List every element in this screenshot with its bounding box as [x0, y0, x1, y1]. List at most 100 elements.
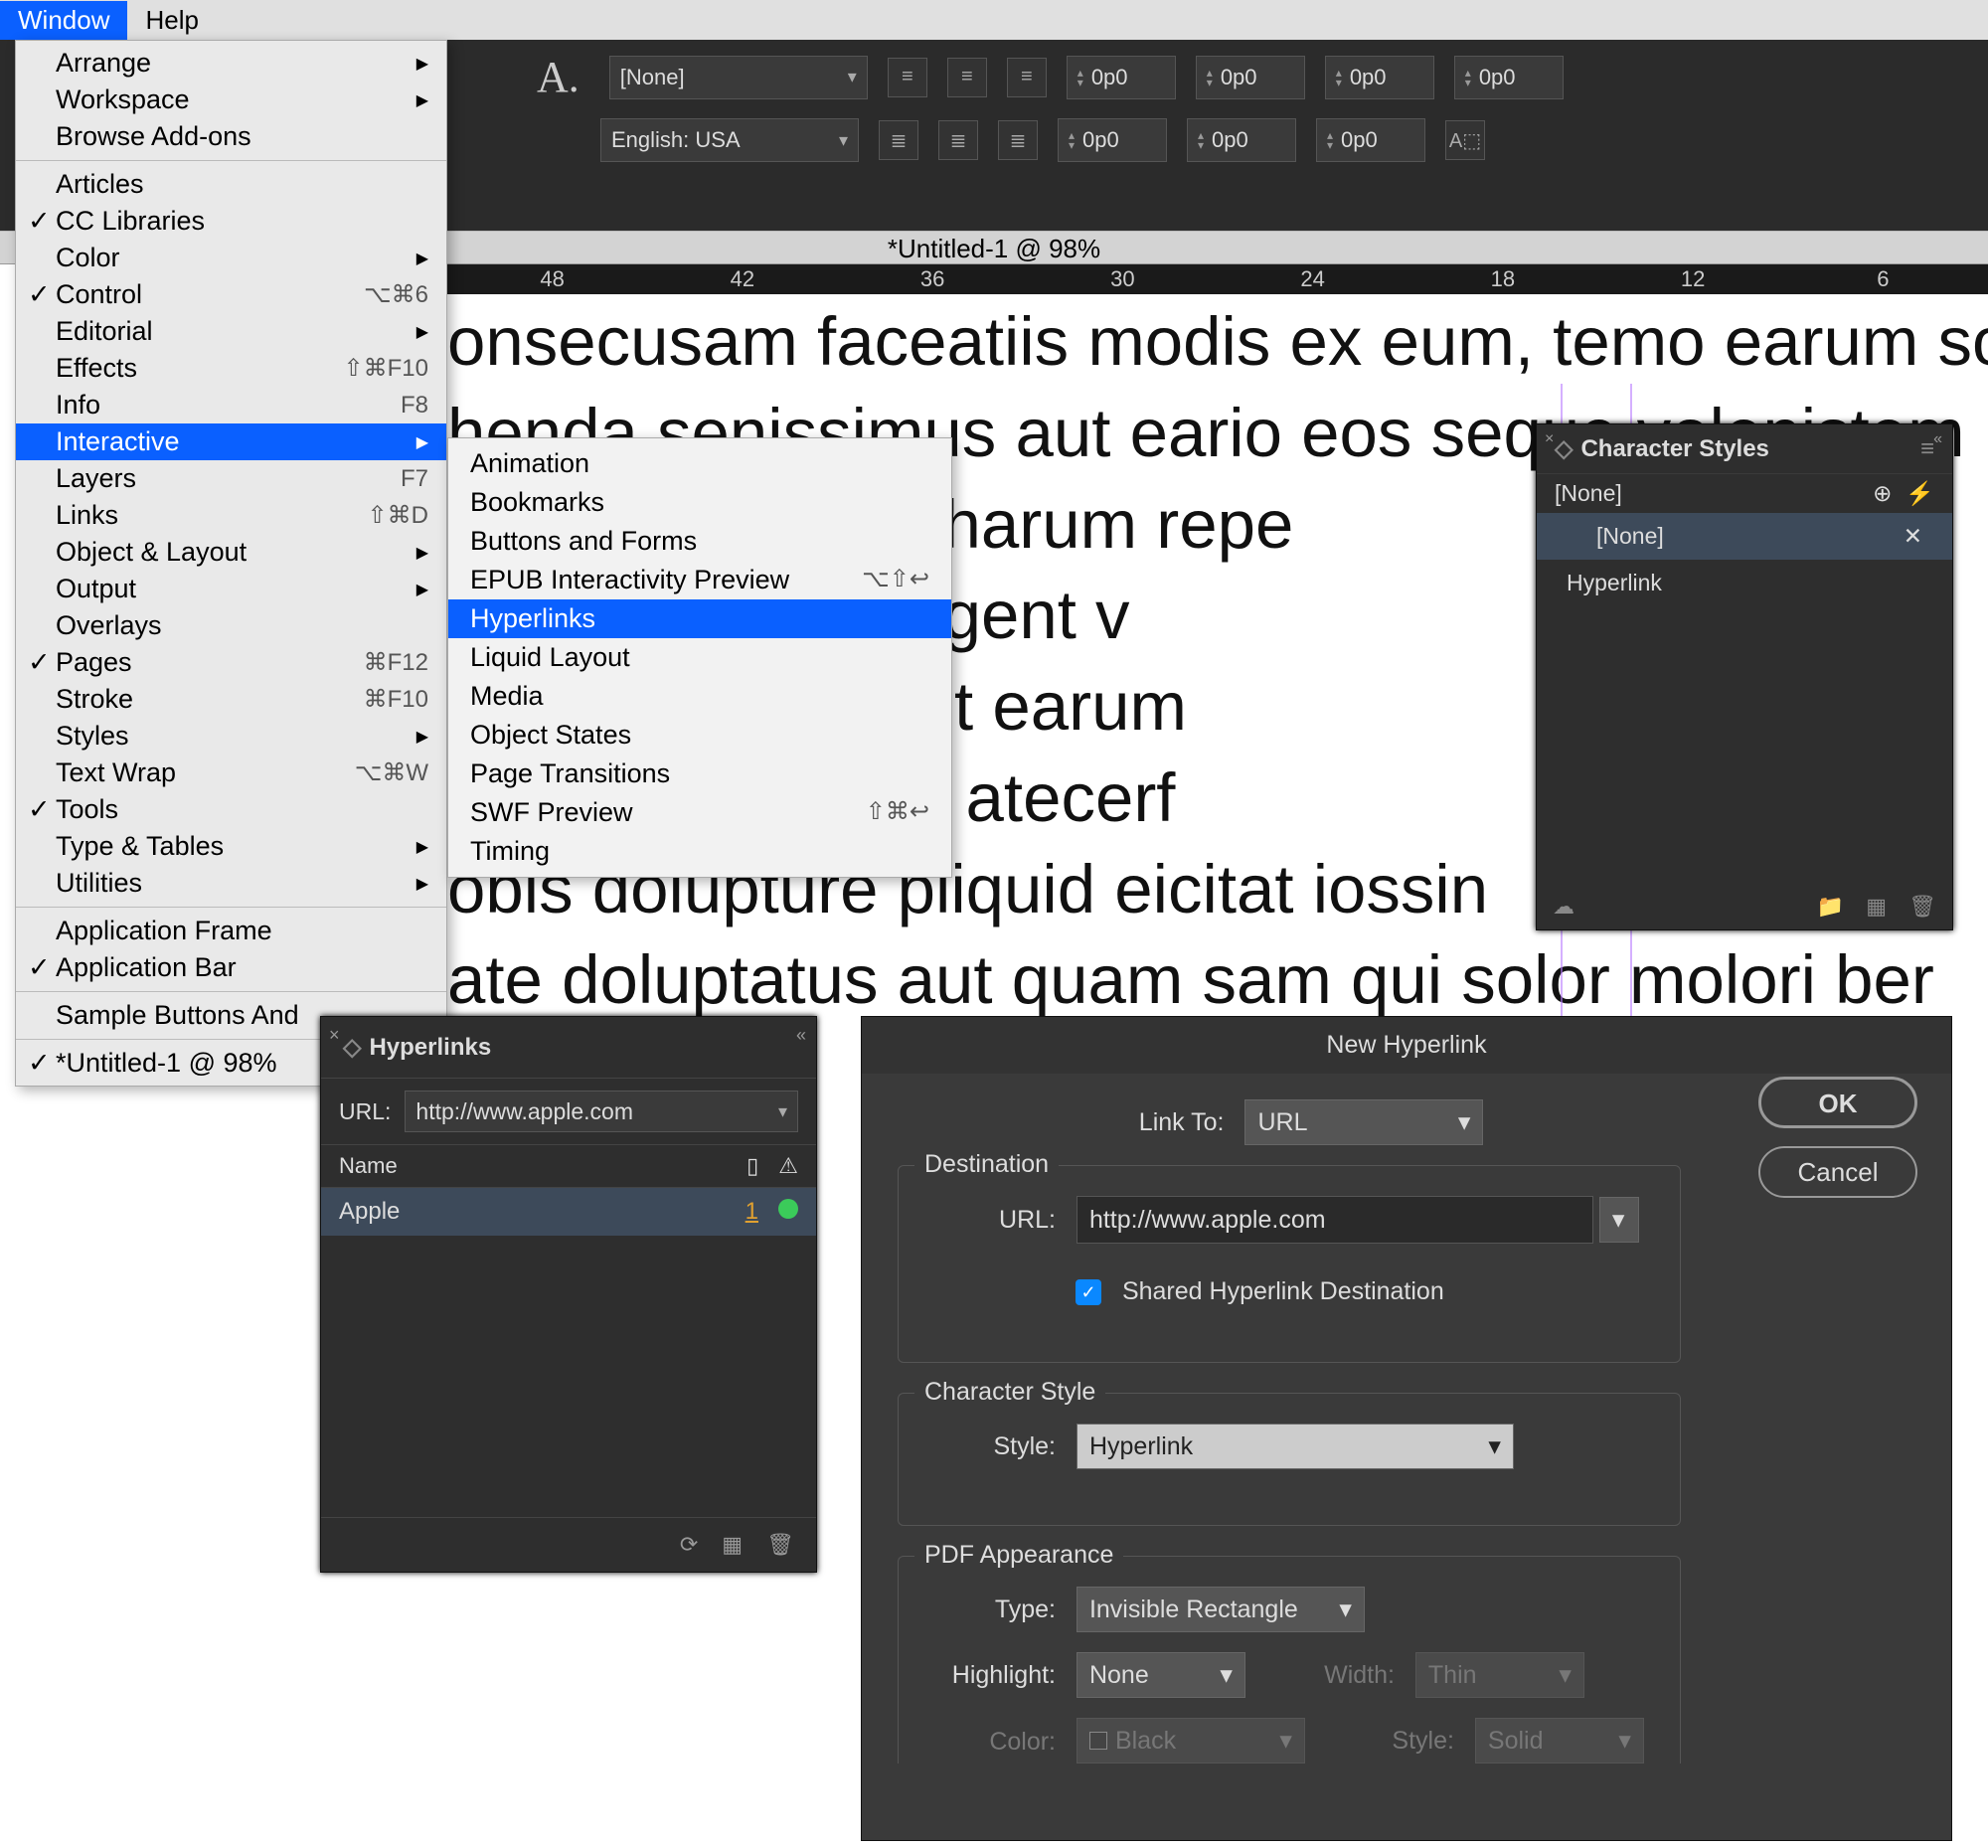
highlight-select[interactable]: None▾	[1077, 1652, 1245, 1698]
align-right-icon[interactable]: ≡	[1007, 58, 1047, 97]
menu-item[interactable]: Articles	[16, 166, 446, 203]
menu-item[interactable]: Browse Add-ons	[16, 118, 446, 155]
menu-item[interactable]: Editorial	[16, 313, 446, 350]
style-select[interactable]: Hyperlink▾	[1077, 1424, 1514, 1469]
dialog-title: New Hyperlink	[862, 1017, 1951, 1074]
character-styles-panel: × « ◇Character Styles≡ [None] ⊕⚡ [None]✕…	[1536, 423, 1953, 930]
trash-icon[interactable]: 🗑	[766, 1532, 794, 1558]
menu-item[interactable]: Tools	[16, 791, 446, 828]
url-input[interactable]: http://www.apple.com▾	[405, 1091, 798, 1132]
new-page-icon[interactable]: ▯	[746, 1153, 758, 1178]
submenu-item[interactable]: EPUB Interactivity Preview⌥⇧↩	[448, 561, 951, 599]
menu-item[interactable]: Links⇧⌘D	[16, 497, 446, 534]
trash-icon[interactable]: 🗑	[1908, 894, 1936, 920]
quick-apply-icon[interactable]: ⚡	[1905, 480, 1934, 506]
language-dropdown[interactable]: English: USA▾	[600, 118, 859, 162]
cloud-icon[interactable]: ☁	[1553, 894, 1574, 920]
menu-item[interactable]: Output	[16, 571, 446, 607]
new-icon[interactable]: ▦	[722, 1532, 743, 1558]
paragraph-style-dropdown[interactable]: [None]▾	[609, 56, 868, 99]
menu-item[interactable]: Interactive	[16, 423, 446, 460]
menu-item[interactable]: Effects⇧⌘F10	[16, 350, 446, 387]
submenu-item[interactable]: Page Transitions	[448, 755, 951, 793]
submenu-item[interactable]: Hyperlinks	[448, 599, 951, 638]
url-label: URL:	[926, 1206, 1056, 1235]
text-line: ate doluptatus aut quam sam qui solor mo…	[447, 934, 1988, 1026]
submenu-item[interactable]: Animation	[448, 444, 951, 483]
color-select: Black▾	[1077, 1718, 1305, 1764]
menu-item[interactable]: Workspace	[16, 82, 446, 118]
hyperlink-list-item[interactable]: Apple 1	[321, 1188, 816, 1236]
panel-title: ◇Hyperlinks	[321, 1017, 816, 1079]
menu-item[interactable]: Application Bar	[16, 949, 446, 986]
justify-right-icon[interactable]: ≣	[998, 120, 1038, 160]
new-style-icon[interactable]: ⊕	[1873, 480, 1892, 506]
ok-button[interactable]: OK	[1758, 1077, 1917, 1128]
menu-item[interactable]: InfoF8	[16, 387, 446, 423]
menu-item[interactable]: Utilities	[16, 865, 446, 902]
menu-item[interactable]: Application Frame	[16, 913, 446, 949]
menu-item[interactable]: Text Wrap⌥⌘W	[16, 755, 446, 791]
indent-right-field[interactable]: ▴▾0p0	[1058, 118, 1167, 162]
new-hyperlink-dialog: New Hyperlink OK Cancel Link To: URL▾ De…	[861, 1016, 1952, 1841]
menu-item[interactable]: Pages⌘F12	[16, 644, 446, 681]
menu-item[interactable]: Overlays	[16, 607, 446, 644]
menu-window[interactable]: Window	[0, 1, 127, 40]
character-icon: A.	[537, 52, 580, 102]
justify-center-icon[interactable]: ≣	[938, 120, 978, 160]
menu-item[interactable]: Arrange	[16, 45, 446, 82]
folder-icon[interactable]: 📁	[1817, 894, 1844, 920]
cancel-button[interactable]: Cancel	[1758, 1146, 1917, 1198]
hyperlinks-panel: × « ◇Hyperlinks URL: http://www.apple.co…	[320, 1016, 817, 1573]
name-column: Name	[339, 1153, 398, 1179]
submenu-item[interactable]: Media	[448, 677, 951, 716]
justify-left-icon[interactable]: ≣	[879, 120, 918, 160]
submenu-item[interactable]: Buttons and Forms	[448, 522, 951, 561]
status-ok-icon	[778, 1199, 798, 1219]
space-before-field[interactable]: ▴▾0p0	[1325, 56, 1434, 99]
align-left-icon[interactable]: ≡	[888, 58, 927, 97]
url-input[interactable]: http://www.apple.com	[1077, 1196, 1593, 1244]
space-after-field[interactable]: ▴▾0p0	[1316, 118, 1425, 162]
menu-item[interactable]: Control⌥⌘6	[16, 276, 446, 313]
menu-item[interactable]: Object & Layout	[16, 534, 446, 571]
collapse-icon[interactable]: «	[796, 1025, 806, 1046]
chevron-down-icon: ▾	[839, 130, 848, 151]
collapse-icon[interactable]: «	[1933, 430, 1942, 448]
submenu-item[interactable]: Bookmarks	[448, 483, 951, 522]
menu-item[interactable]: CC Libraries	[16, 203, 446, 240]
submenu-item[interactable]: Timing	[448, 832, 951, 871]
dropcap-icon[interactable]: A⬚	[1445, 120, 1485, 160]
style-item-none[interactable]: [None]✕	[1537, 513, 1952, 560]
linkto-select[interactable]: URL▾	[1244, 1099, 1483, 1145]
close-icon[interactable]: ×	[1545, 430, 1554, 448]
submenu-item[interactable]: Liquid Layout	[448, 638, 951, 677]
indent-first-field[interactable]: ▴▾0p0	[1196, 56, 1305, 99]
indent-last-field[interactable]: ▴▾0p0	[1187, 118, 1296, 162]
menu-item[interactable]: Styles	[16, 718, 446, 755]
url-recent-dropdown[interactable]: ▾	[1599, 1197, 1639, 1243]
default-style: [None]	[1555, 480, 1622, 507]
refresh-icon[interactable]: ⟳	[680, 1532, 698, 1558]
warning-icon[interactable]: ⚠	[778, 1153, 798, 1178]
submenu-item[interactable]: Object States	[448, 716, 951, 755]
panel-menu-icon[interactable]: ≡	[1920, 435, 1934, 463]
menu-item[interactable]: LayersF7	[16, 460, 446, 497]
ruler: 484236302418126	[447, 264, 1988, 294]
menu-help[interactable]: Help	[127, 1, 216, 40]
menu-item[interactable]: Stroke⌘F10	[16, 681, 446, 718]
menu-item[interactable]: Type & Tables	[16, 828, 446, 865]
indent-left-field[interactable]: ▴▾0p0	[1067, 56, 1176, 99]
menu-item[interactable]: Color	[16, 240, 446, 276]
shared-checkbox[interactable]: ✓	[1076, 1279, 1101, 1305]
align-center-icon[interactable]: ≡	[947, 58, 987, 97]
url-label: URL:	[339, 1098, 391, 1125]
type-select[interactable]: Invisible Rectangle▾	[1077, 1587, 1365, 1632]
submenu-item[interactable]: SWF Preview⇧⌘↩	[448, 793, 951, 832]
pdf-section-title: PDF Appearance	[914, 1541, 1123, 1570]
clear-override-icon[interactable]: ✕	[1904, 523, 1922, 550]
style-item-hyperlink[interactable]: Hyperlink	[1537, 560, 1952, 606]
new-icon[interactable]: ▦	[1866, 894, 1887, 920]
space-before-field-2[interactable]: ▴▾0p0	[1454, 56, 1564, 99]
close-icon[interactable]: ×	[329, 1025, 340, 1046]
